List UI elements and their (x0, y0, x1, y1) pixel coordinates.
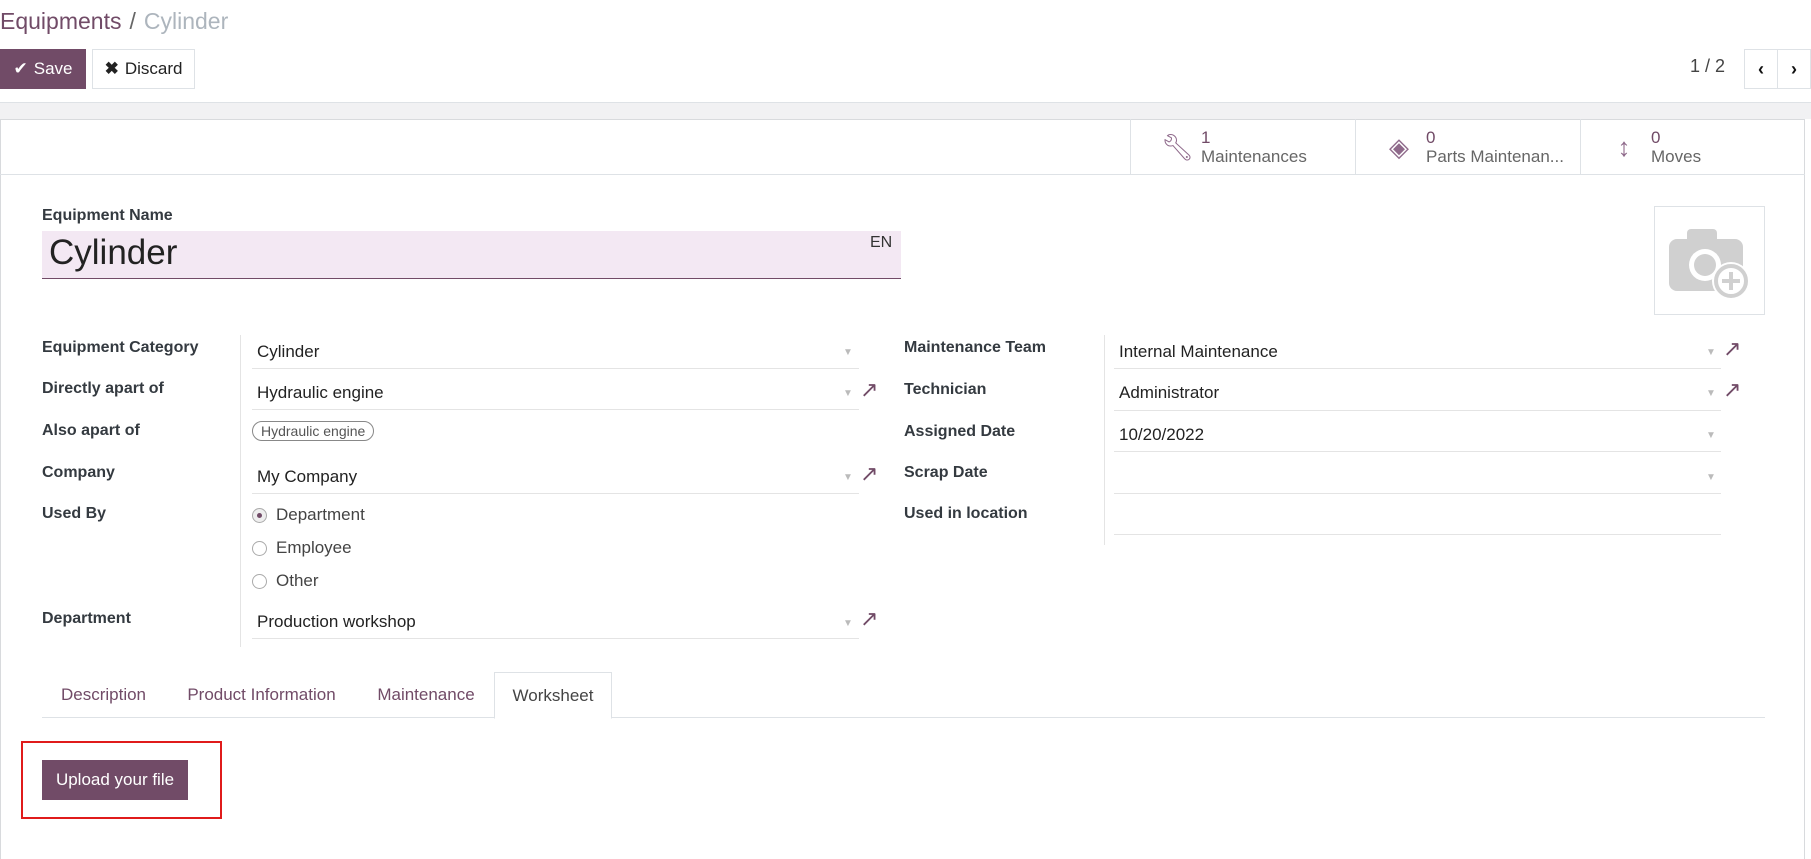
assigned-date-field[interactable]: 10/20/2022 (1119, 425, 1204, 445)
equipment-name-label: Equipment Name (42, 207, 173, 224)
external-link-icon[interactable]: ↗ (1723, 336, 1741, 362)
field-underline (252, 638, 859, 639)
control-panel-divider (0, 102, 1811, 119)
dropdown-caret-icon[interactable]: ▼ (843, 347, 853, 358)
external-link-icon[interactable]: ↗ (860, 377, 878, 403)
field-underline (252, 409, 859, 410)
equipment-category-label: Equipment Category (42, 339, 199, 356)
dropdown-caret-icon[interactable]: ▼ (1706, 430, 1716, 441)
field-underline (1114, 410, 1721, 411)
external-link-icon[interactable]: ↗ (860, 606, 878, 632)
department-field[interactable]: Production workshop (257, 612, 416, 632)
wrench-icon: 🔧︎ (1161, 131, 1195, 162)
technician-label: Technician (904, 381, 987, 398)
company-field[interactable]: My Company (257, 467, 357, 487)
breadcrumb-current: Cylinder (143, 8, 229, 34)
external-link-icon[interactable]: ↗ (860, 461, 878, 487)
dropdown-caret-icon[interactable]: ▼ (843, 618, 853, 629)
field-underline (1114, 493, 1721, 494)
left-group-separator (240, 335, 241, 647)
chevron-right-icon: › (1791, 58, 1797, 79)
ticket-icon: ◈ (1389, 131, 1409, 162)
dropdown-caret-icon[interactable]: ▼ (1706, 388, 1716, 399)
radio-other[interactable]: Other (252, 571, 319, 591)
breadcrumb-separator: / (129, 8, 136, 34)
image-upload[interactable] (1654, 206, 1765, 315)
dropdown-caret-icon[interactable]: ▼ (843, 472, 853, 483)
discard-label: Discard (124, 59, 183, 78)
directly-apart-of-label: Directly apart of (42, 380, 164, 397)
external-link-icon[interactable]: ↗ (1723, 377, 1741, 403)
stat-count: 0 (1426, 128, 1436, 147)
assigned-date-label: Assigned Date (904, 423, 1016, 440)
equipment-category-field[interactable]: Cylinder (257, 342, 319, 362)
dropdown-caret-icon[interactable]: ▼ (1706, 472, 1716, 483)
field-underline (252, 368, 859, 369)
breadcrumb-parent[interactable]: Equipments (0, 8, 121, 34)
save-button[interactable]: ✔ Save (0, 49, 86, 89)
dropdown-caret-icon[interactable]: ▼ (1706, 347, 1716, 358)
technician-field[interactable]: Administrator (1119, 383, 1219, 403)
highlight-box (21, 741, 222, 819)
used-in-location-label: Used in location (904, 505, 1028, 522)
field-underline (1114, 451, 1721, 452)
arrows-v-icon: ↕ (1617, 131, 1631, 162)
tab-description[interactable]: Description (42, 672, 165, 718)
maintenance-team-field[interactable]: Internal Maintenance (1119, 342, 1278, 362)
close-icon: ✖ (104, 59, 119, 78)
radio-label: Employee (276, 538, 352, 557)
used-by-label: Used By (42, 505, 107, 522)
stat-maintenances-button[interactable]: 🔧︎ 1 Maintenances (1130, 119, 1355, 175)
company-label: Company (42, 464, 115, 481)
stat-parts-maintenance-button[interactable]: ◈ 0 Parts Maintenan... (1355, 119, 1580, 175)
camera-add-icon (1669, 229, 1750, 300)
stat-count: 1 (1201, 128, 1211, 147)
radio-checked-icon (252, 507, 267, 523)
form-sheet (0, 119, 1805, 859)
tab-worksheet[interactable]: Worksheet (494, 672, 612, 719)
dropdown-caret-icon[interactable]: ▼ (843, 388, 853, 399)
stat-moves-button[interactable]: ↕ 0 Moves (1580, 119, 1805, 175)
radio-unchecked-icon (252, 540, 267, 556)
field-underline (1114, 368, 1721, 369)
right-group-separator (1104, 335, 1105, 545)
radio-label: Other (276, 571, 319, 590)
radio-employee[interactable]: Employee (252, 538, 352, 558)
chevron-left-icon: ‹ (1758, 58, 1764, 79)
pager-next-button[interactable]: › (1777, 49, 1811, 89)
department-label: Department (42, 610, 131, 627)
field-underline (1114, 534, 1721, 535)
pager-previous-button[interactable]: ‹ (1744, 49, 1778, 89)
field-underline (252, 493, 859, 494)
check-icon: ✔ (13, 59, 28, 78)
language-button[interactable]: EN (870, 234, 892, 252)
tab-maintenance[interactable]: Maintenance (358, 672, 494, 718)
radio-unchecked-icon (252, 573, 267, 589)
discard-button[interactable]: ✖ Discard (92, 49, 195, 89)
stat-count: 0 (1651, 128, 1661, 147)
also-apart-of-label: Also apart of (42, 422, 140, 439)
stat-label: Maintenances (1201, 147, 1307, 166)
stat-label: Parts Maintenan... (1426, 147, 1564, 166)
scrap-date-label: Scrap Date (904, 464, 988, 481)
radio-label: Department (276, 505, 365, 524)
breadcrumb: Equipments / Cylinder (0, 8, 228, 35)
pager-value: 1 / 2 (1690, 56, 1726, 76)
tab-product-information[interactable]: Product Information (165, 672, 358, 718)
maintenance-team-label: Maintenance Team (904, 339, 1046, 356)
equipment-name-input[interactable]: Cylinder (42, 231, 901, 279)
also-apart-of-tag[interactable]: Hydraulic engine (252, 421, 375, 441)
radio-department[interactable]: Department (252, 505, 365, 525)
save-label: Save (33, 59, 73, 78)
directly-apart-of-field[interactable]: Hydraulic engine (257, 383, 384, 403)
stat-label: Moves (1651, 147, 1702, 166)
